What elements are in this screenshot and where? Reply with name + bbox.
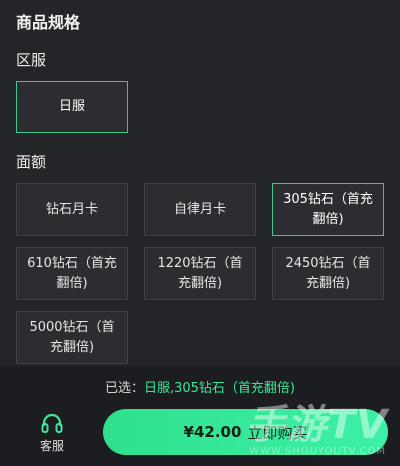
region-section-label: 区服 [16,51,47,69]
selection-summary-value: 日服,305钻石（首充翻倍) [143,381,296,396]
page-title: 商品规格 [16,13,81,32]
amount-option-1220[interactable]: 1220钻石（首充翻倍) [144,247,256,300]
buy-label: 立即购买 [247,423,308,442]
amount-option-2450[interactable]: 2450钻石（首充翻倍) [272,247,384,300]
amount-option-5000[interactable]: 5000钻石（首充翻倍) [16,311,128,364]
product-spec-sheet: 商品规格 区服 日服 面额 钻石月卡 自律月卡 305钻石（首充翻倍) 610钻… [0,0,400,466]
selection-summary: 已选：日服,305钻石（首充翻倍) [0,377,400,396]
region-option-jp[interactable]: 日服 [16,81,128,133]
amount-option-610[interactable]: 610钻石（首充翻倍) [16,247,128,300]
buy-price: ¥42.00 [183,423,242,441]
headset-icon [24,412,80,434]
amount-section-label: 面额 [16,153,47,171]
amount-option-diamond-monthly[interactable]: 钻石月卡 [16,183,128,236]
customer-service-label: 客服 [39,439,64,453]
amount-option-305[interactable]: 305钻石（首充翻倍) [272,183,384,236]
customer-service-button[interactable]: 客服 [24,412,80,458]
selection-summary-prefix: 已选： [104,381,144,396]
amount-option-discipline-monthly[interactable]: 自律月卡 [144,183,256,236]
buy-now-button[interactable]: ¥42.00 立即购买 [103,409,388,455]
